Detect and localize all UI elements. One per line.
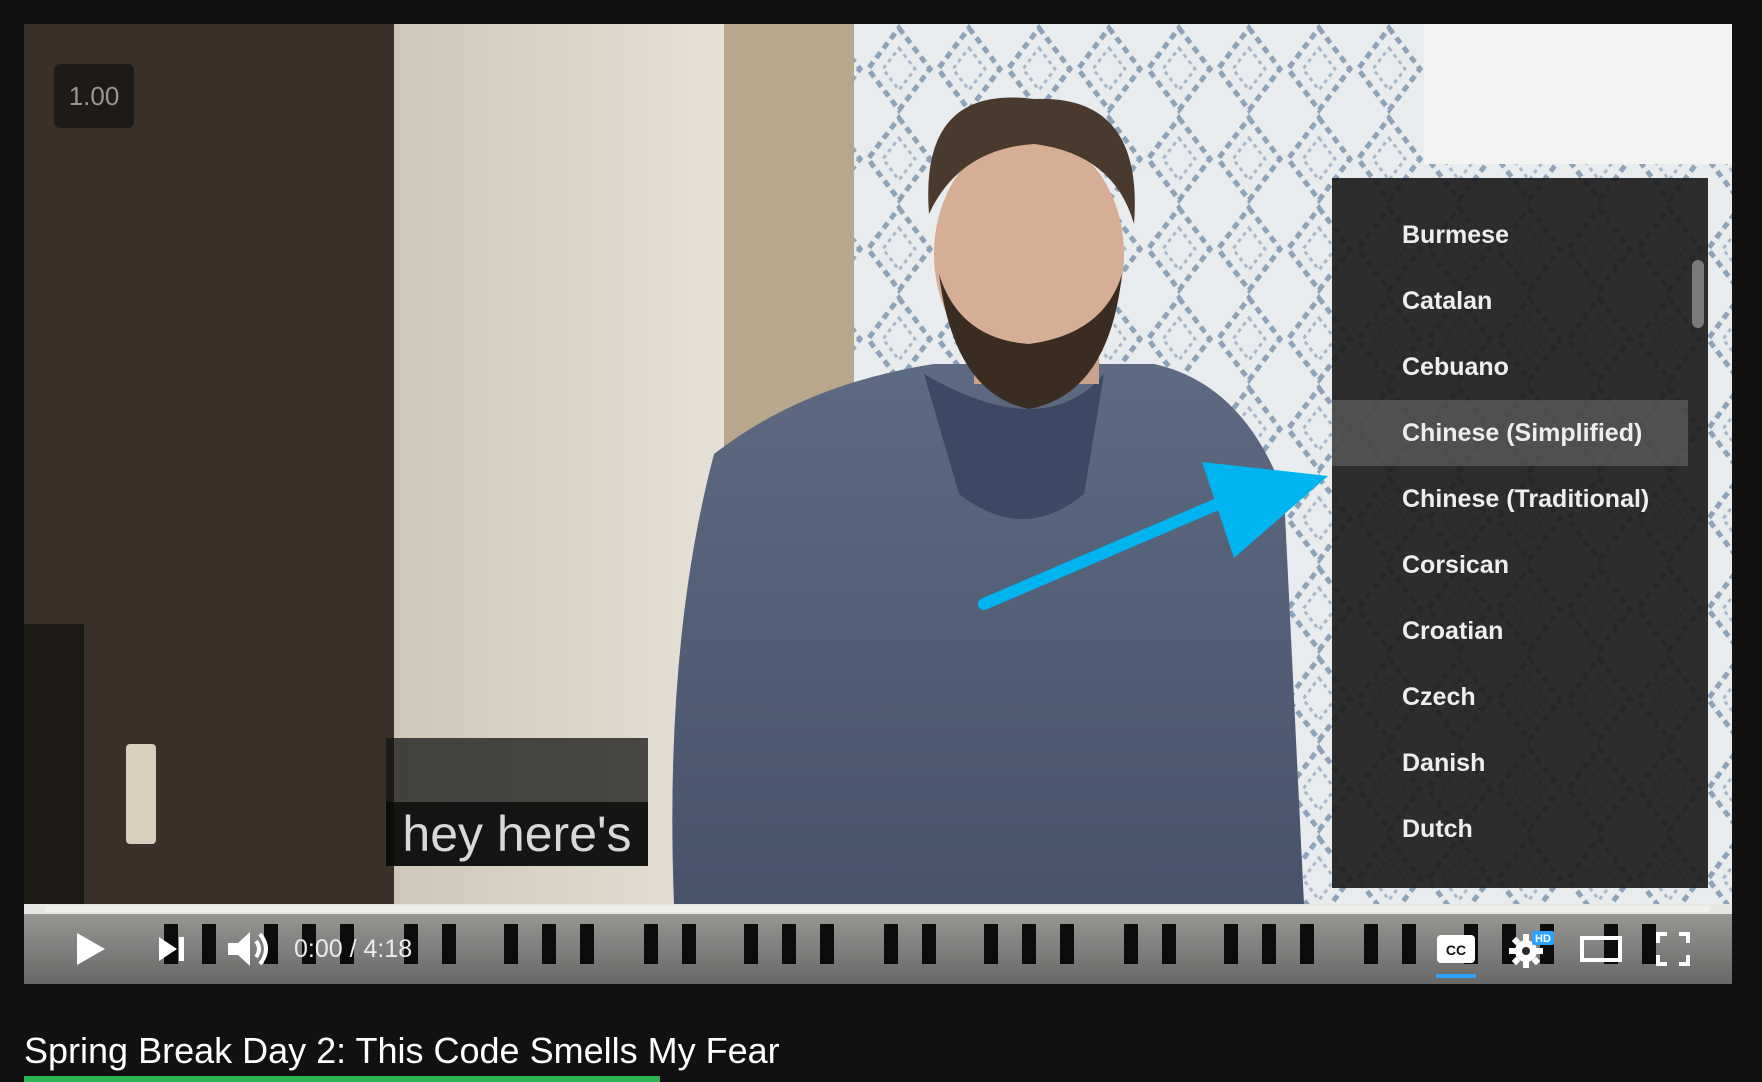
time-separator: / [342,935,364,963]
title-underline [24,1076,660,1082]
captions-button[interactable]: CC [1428,914,1484,984]
play-button[interactable] [64,914,116,984]
menu-item-language[interactable]: Croatian [1332,598,1688,664]
cc-icon: CC [1437,935,1475,963]
menu-item-language[interactable]: Dutch [1332,796,1688,862]
menu-item-language[interactable]: Danish [1332,730,1688,796]
caption-text: hey here's [386,802,648,866]
fullscreen-icon [1656,932,1690,966]
volume-icon [228,932,268,966]
menu-item-language[interactable]: Chinese (Simplified) [1332,400,1688,466]
menu-item-language[interactable]: Czech [1332,664,1688,730]
video-player[interactable]: 1.00 hey here's Burmese Catalan Cebuano Chi… [24,24,1732,984]
settings-button[interactable]: HD [1500,914,1560,984]
player-controls: 0:00 / 4:18 CC HD [24,914,1732,984]
menu-scrollbar-thumb[interactable] [1692,260,1704,328]
menu-scrollbar[interactable] [1688,178,1708,888]
menu-item-language[interactable]: Corsican [1332,532,1688,598]
menu-item-language[interactable]: Burmese [1332,202,1688,268]
theater-mode-icon [1580,936,1622,962]
fullscreen-button[interactable] [1644,914,1702,984]
menu-item-partial-top [1332,178,1688,202]
current-time: 0:00 [294,935,343,963]
menu-item-partial-bottom[interactable]: English [1332,862,1688,888]
duration: 4:18 [363,935,413,963]
menu-item-language[interactable]: Chinese (Traditional) [1332,466,1688,532]
annotation-arrow [978,462,1328,610]
theater-mode-button[interactable] [1572,914,1630,984]
subtitle-language-list[interactable]: Burmese Catalan Cebuano Chinese (Simplified… [1332,178,1688,888]
captions-active-indicator [1436,974,1476,978]
cc-icon-label: CC [1446,942,1466,958]
time-display: 0:00 / 4:18 [294,914,412,984]
next-icon [159,937,184,961]
menu-item-language[interactable]: Catalan [1332,268,1688,334]
play-icon [77,933,105,965]
hd-badge: HD [1535,933,1551,945]
subtitle-language-menu[interactable]: Burmese Catalan Cebuano Chinese (Simplified… [1332,178,1708,888]
menu-item-language[interactable]: Cebuano [1332,334,1688,400]
playback-speed-badge: 1.00 [54,64,134,128]
next-button[interactable] [148,914,196,984]
volume-button[interactable] [220,914,278,984]
settings-gear-icon: HD [1509,931,1554,968]
video-title[interactable]: Spring Break Day 2: This Code Smells My … [24,1028,780,1074]
progress-bar[interactable] [46,906,1710,912]
